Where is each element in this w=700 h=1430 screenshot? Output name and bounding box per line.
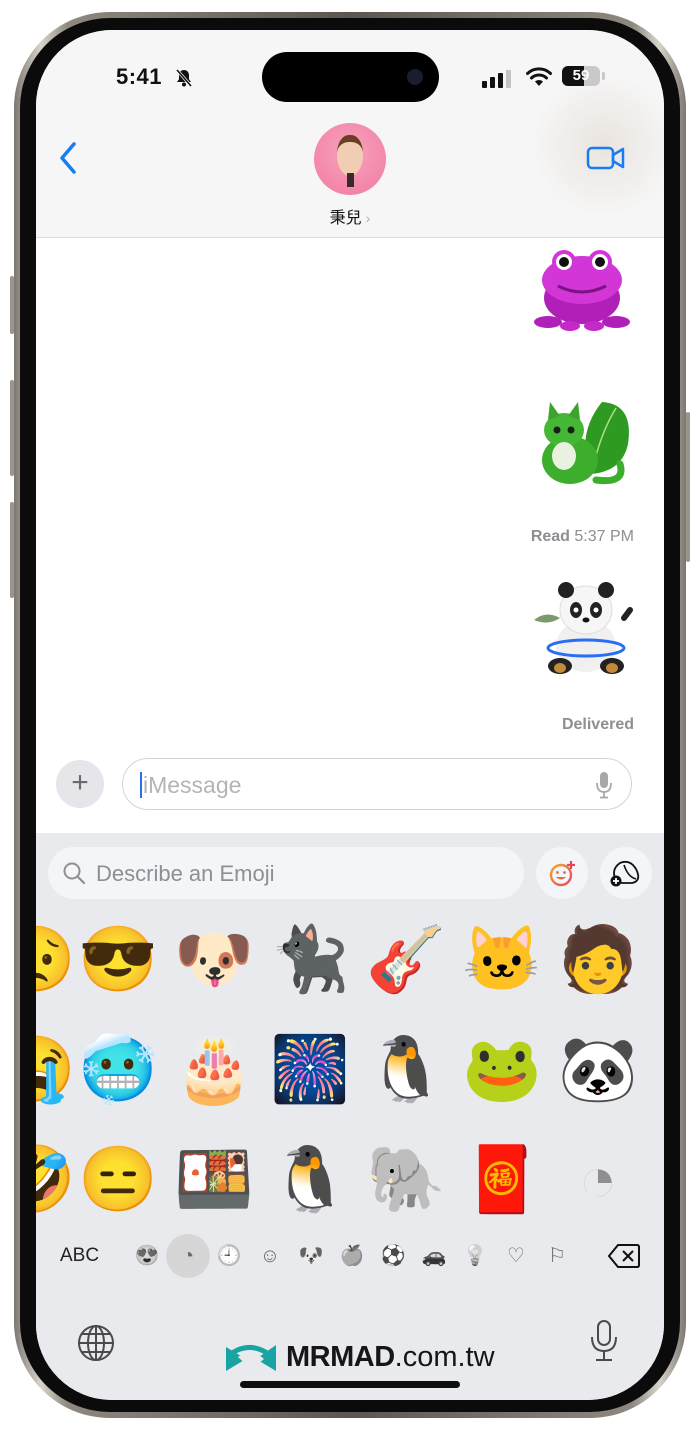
mrmad-logo-icon [226,1345,276,1371]
cellular-signal-icon [482,70,511,88]
read-label: Read [530,528,570,545]
read-time: 5:37 PM [574,528,634,545]
category-objects[interactable]: 💡 [458,1239,492,1273]
watermark-domain: .com.tw [394,1341,495,1373]
genmoji-create-icon [549,861,575,887]
apps-plus-button[interactable]: + [56,760,104,808]
contact-name: 秉兒 [329,210,362,227]
emoji-cell[interactable]: 🧧 [462,1139,542,1219]
emoji-cell[interactable]: 🐧 [366,1029,446,1109]
dynamic-island [262,52,439,102]
globe-icon[interactable] [76,1323,116,1363]
category-travel[interactable]: 🚗 [417,1239,451,1273]
action-button [10,276,14,334]
volume-up-button [10,380,14,476]
sticker-message-leaf-cat[interactable] [530,394,634,490]
home-indicator[interactable] [240,1381,460,1388]
category-symbols[interactable]: ♡ [499,1239,533,1273]
emoji-cell[interactable]: 🐧 [270,1139,350,1219]
read-receipt: Read 5:37 PM [531,528,634,546]
imessage-input[interactable]: iMessage [122,758,632,810]
wifi-icon [526,67,552,86]
imessage-placeholder: iMessage [143,772,242,798]
delivered-receipt: Delivered [561,716,634,733]
battery-level: 59 [572,67,590,84]
emoji-cell[interactable]: 🐼 [558,1029,638,1109]
add-sticker-icon [610,860,640,887]
category-activity[interactable]: ⚽ [376,1239,410,1273]
sticker-message-panda[interactable] [530,580,634,676]
microphone-icon[interactable] [595,771,613,799]
category-animals[interactable]: 🐶 [294,1239,328,1273]
emoji-category-bar: ABC 😍 ◔ 🕘 ☺ 🐶 🍏 ⚽ 🚗 💡 ♡ ⚐ [36,1234,664,1278]
emoji-cell[interactable]: 🥶 [78,1029,158,1109]
emoji-cell[interactable]: 🐸 [462,1029,542,1109]
video-camera-icon[interactable] [586,144,626,172]
emoji-cell[interactable]: 🤣 [36,1139,76,1219]
emoji-cell[interactable]: 😥 [36,919,76,999]
battery-tip [602,72,605,80]
emoji-cell[interactable]: 🧑 [558,919,638,999]
memoji-neck [347,173,354,187]
abc-keyboard-button[interactable]: ABC [60,1245,99,1267]
emoji-keyboard: Describe an Emoji 😥😎🐶🐈‍⬛🎸🐱🧑😭🥶🎂🎆� [36,833,664,1400]
emoji-cell[interactable]: 😑 [78,1139,158,1219]
chevron-right-icon: › [365,210,371,226]
emoji-cell[interactable]: 😭 [36,1029,76,1109]
category-smileys[interactable]: ☺ [253,1239,287,1273]
conversation-header: 5:41 59 秉兒 › [36,30,664,238]
create-genmoji-button[interactable] [536,847,588,899]
emoji-cell[interactable]: 🎂 [174,1029,254,1109]
contact-name-button[interactable]: 秉兒 › [36,204,664,228]
emoji-search-field[interactable]: Describe an Emoji [48,847,524,899]
emoji-cell[interactable]: 🐘 [366,1139,446,1219]
category-flags[interactable]: ⚐ [540,1239,574,1273]
watermark-brand: MRMAD [286,1341,395,1373]
dictation-microphone-icon[interactable] [588,1319,620,1363]
category-food[interactable]: 🍏 [335,1239,369,1273]
screen: 5:41 59 秉兒 › Read 5:37 PM Delivered + iM… [36,30,664,1400]
front-camera [407,69,423,85]
category-recent-memoji[interactable]: 😍 [130,1239,164,1273]
bell-slash-icon [175,69,193,87]
emoji-cell[interactable]: 🐱 [462,919,542,999]
emoji-cell[interactable]: 🎆 [270,1029,350,1109]
volume-down-button [10,502,14,598]
text-caret [140,772,142,798]
emoji-cell[interactable]: 🐈‍⬛ [270,919,350,999]
emoji-cell[interactable]: 🍱 [174,1139,254,1219]
side-button [686,412,690,562]
category-frequently-used[interactable]: 🕘 [212,1239,246,1273]
status-time: 5:41 [116,64,163,89]
add-sticker-button[interactable] [600,847,652,899]
emoji-cell[interactable]: 😎 [78,919,158,999]
panda-sticker [534,582,633,674]
emoji-cell[interactable]: 🐶 [174,919,254,999]
emoji-grid: 😥 😎 🐶 🐈‍⬛ 🎸 🐱 🧑 😭 🥶 🎂 🎆 🐧 🐸 🐼 🤣 😑 🍱 🐧 🐘 🧧 ◔ [36,919,664,1219]
emoji-cell[interactable]: ◔ [558,1139,638,1219]
battery-indicator: 59 [562,66,600,86]
search-icon [63,862,86,885]
leaf-cat-sticker [542,402,629,485]
category-stickers[interactable]: ◔ [166,1234,210,1278]
chevron-left-icon[interactable] [56,140,80,176]
frog-sticker [534,250,630,331]
delete-backward-icon[interactable] [608,1243,640,1269]
emoji-cell[interactable]: 🎸 [366,919,446,999]
emoji-search-placeholder: Describe an Emoji [96,861,275,886]
memoji-face [337,135,363,176]
contact-avatar[interactable] [314,123,386,195]
sticker-message-frog[interactable] [530,240,634,336]
watermark-text: MRMAD.com.tw [286,1341,495,1374]
